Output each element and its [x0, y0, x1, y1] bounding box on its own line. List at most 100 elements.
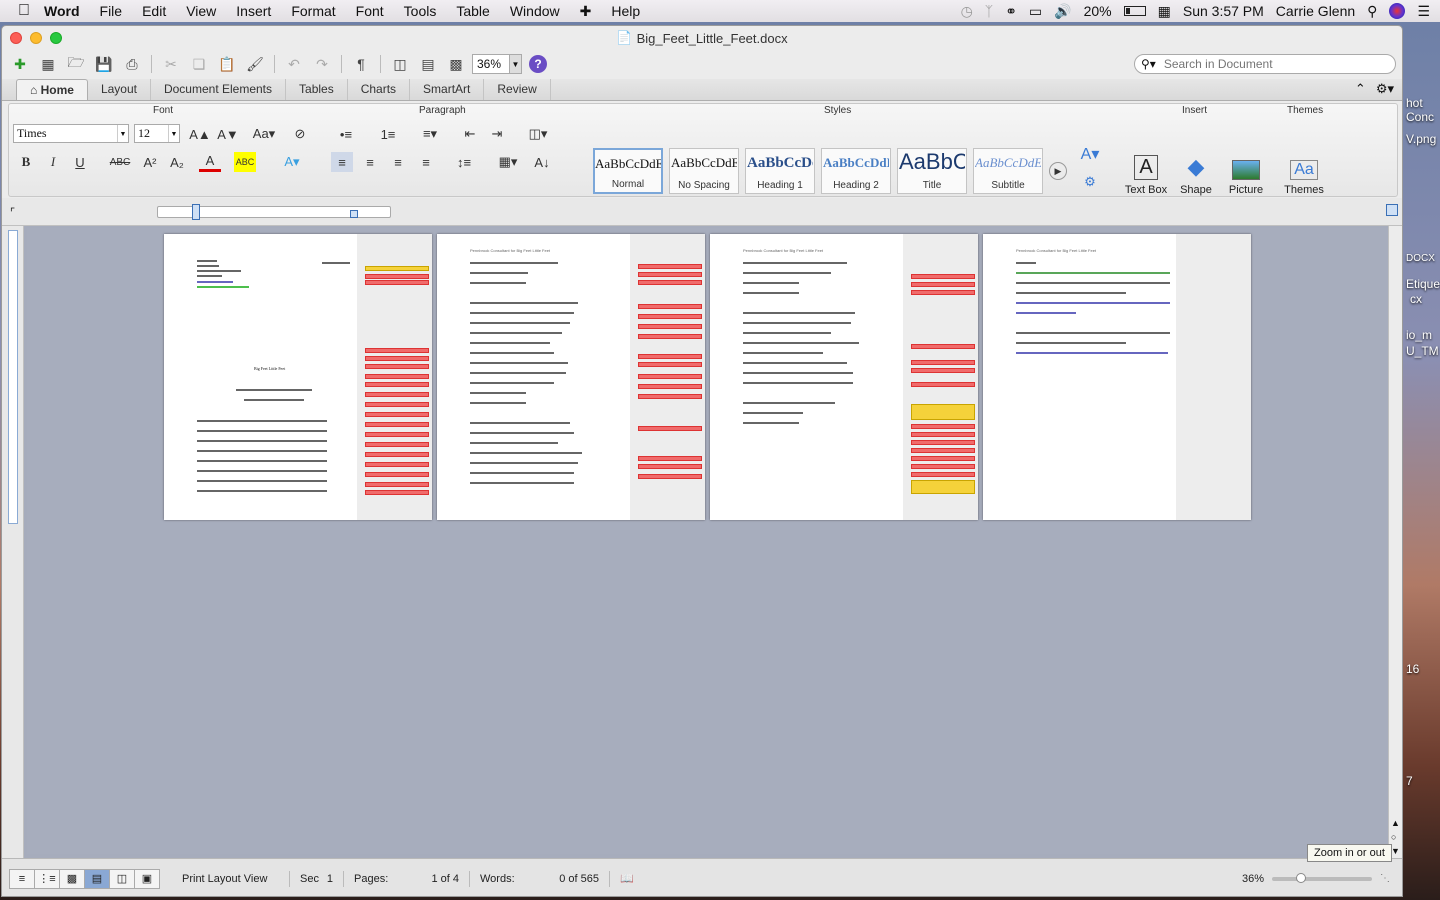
comment-balloon[interactable]	[365, 364, 429, 369]
comment-balloon[interactable]	[638, 394, 702, 399]
comment-balloon[interactable]	[911, 274, 975, 279]
comment-balloon[interactable]	[365, 422, 429, 427]
desktop-label[interactable]: 16	[1406, 662, 1419, 676]
borders-icon[interactable]: ▦▾	[493, 152, 523, 172]
comment-balloon[interactable]	[911, 404, 975, 420]
comment-balloon[interactable]	[638, 324, 702, 329]
comment-balloon[interactable]	[638, 272, 702, 277]
publishing-layout-button[interactable]: ▩	[59, 868, 85, 889]
comment-balloon[interactable]	[638, 374, 702, 379]
comment-balloon[interactable]	[365, 280, 429, 285]
open-icon[interactable]: 🗁	[64, 53, 88, 75]
columns-icon[interactable]: ◫▾	[521, 124, 555, 144]
underline-icon[interactable]: U	[69, 152, 91, 172]
spelling-status-icon[interactable]: 📖	[610, 871, 638, 887]
menu-edit[interactable]: Edit	[132, 3, 176, 19]
menu-tools[interactable]: Tools	[394, 3, 447, 19]
save-icon[interactable]: 💾	[92, 53, 116, 75]
print-layout-button[interactable]: ▤	[84, 868, 110, 889]
sidebar-icon[interactable]: ▤	[416, 53, 440, 75]
font-name-select[interactable]: Times ▼	[13, 124, 129, 143]
comment-balloon[interactable]	[365, 452, 429, 457]
page-1[interactable]: Big Feet Little Feet	[164, 234, 432, 520]
help-icon[interactable]: ?	[526, 53, 550, 75]
user-name[interactable]: Carrie Glenn	[1276, 3, 1355, 19]
spotlight-icon[interactable]: ⚲	[1367, 3, 1377, 20]
comment-balloon[interactable]	[365, 462, 429, 467]
superscript-icon[interactable]: A²	[139, 152, 161, 172]
comment-balloon[interactable]	[365, 402, 429, 407]
comment-balloon[interactable]	[365, 274, 429, 279]
comment-balloon[interactable]	[638, 456, 702, 461]
tab-smartart[interactable]: SmartArt	[410, 79, 485, 100]
redo-icon[interactable]: ↷	[310, 53, 334, 75]
desktop-label[interactable]: Etiquet	[1406, 277, 1440, 291]
menu-table[interactable]: Table	[446, 3, 499, 19]
calendar-icon[interactable]: ▦	[1158, 3, 1171, 20]
tab-layout[interactable]: Layout	[88, 79, 151, 100]
comment-balloon[interactable]	[365, 482, 429, 487]
comment-balloon[interactable]	[638, 464, 702, 469]
comment-balloon[interactable]	[638, 354, 702, 359]
comment-balloon[interactable]	[365, 490, 429, 495]
scroll-down-icon[interactable]: ▼	[1391, 846, 1400, 856]
tab-tables[interactable]: Tables	[286, 79, 348, 100]
align-left-icon[interactable]: ≡	[331, 152, 353, 172]
desktop-label[interactable]: DOCX	[1406, 253, 1435, 264]
comment-balloon[interactable]	[911, 456, 975, 461]
line-spacing-icon[interactable]: ↕≡	[449, 152, 479, 172]
manage-styles-icon[interactable]: ⚙	[1079, 172, 1101, 192]
comment-balloon[interactable]	[911, 440, 975, 445]
new-document-icon[interactable]: ✚	[8, 53, 32, 75]
comment-balloon[interactable]	[365, 432, 429, 437]
ruler-indent-marker[interactable]	[192, 204, 200, 220]
comment-balloon[interactable]	[365, 412, 429, 417]
notification-center-icon[interactable]: ☰	[1417, 3, 1430, 20]
comment-balloon[interactable]	[911, 282, 975, 287]
notebook-layout-button[interactable]: ◫	[109, 868, 135, 889]
templates-icon[interactable]: ▦	[36, 53, 60, 75]
desktop-label[interactable]: Conc	[1406, 110, 1434, 124]
apple-menu-icon[interactable]: 	[14, 0, 34, 22]
menu-view[interactable]: View	[176, 3, 226, 19]
comment-balloon[interactable]	[911, 432, 975, 437]
justify-icon[interactable]: ≡	[415, 152, 437, 172]
comment-balloon[interactable]	[638, 384, 702, 389]
font-size-select[interactable]: 12 ▼	[134, 124, 180, 143]
comment-balloon[interactable]	[911, 448, 975, 453]
page-3[interactable]: Pennbrook Consultant for Big Feet Little…	[710, 234, 978, 520]
more-styles-icon[interactable]: ▶	[1049, 162, 1067, 180]
airplay-icon[interactable]: ▭	[1029, 3, 1042, 20]
themes-button[interactable]: Aa Themes	[1279, 150, 1329, 196]
focus-view-button[interactable]: ▣	[134, 868, 160, 889]
ribbon-settings-icon[interactable]: ⚙▾	[1376, 81, 1394, 97]
align-right-icon[interactable]: ≡	[387, 152, 409, 172]
comment-balloon[interactable]	[911, 424, 975, 429]
comment-balloon[interactable]	[365, 382, 429, 387]
menu-insert[interactable]: Insert	[226, 3, 281, 19]
comment-balloon[interactable]	[638, 362, 702, 367]
grow-font-icon[interactable]: A▲	[189, 124, 211, 144]
search-input[interactable]	[1163, 57, 1374, 71]
comment-balloon[interactable]	[638, 304, 702, 309]
style-heading-1[interactable]: AaBbCcDc Heading 1	[745, 148, 815, 194]
minimize-button[interactable]	[30, 32, 42, 44]
page-2[interactable]: Pennbrook Consultant for Big Feet Little…	[437, 234, 705, 520]
comment-balloon[interactable]	[365, 442, 429, 447]
shrink-font-icon[interactable]: A▼	[217, 124, 239, 144]
word-count-indicator[interactable]: Words: 0 of 565	[470, 870, 610, 887]
comment-balloon[interactable]	[365, 392, 429, 397]
sync-icon[interactable]: ⚭	[1005, 3, 1017, 20]
zoom-button[interactable]	[50, 32, 62, 44]
clear-formatting-icon[interactable]: ⊘	[289, 124, 311, 144]
sort-icon[interactable]: A↓	[531, 152, 553, 172]
text-box-button[interactable]: A Text Box	[1121, 150, 1171, 196]
strikethrough-icon[interactable]: ABC	[109, 152, 131, 172]
comment-balloon[interactable]	[638, 314, 702, 319]
browse-object-icon[interactable]: ○	[1391, 832, 1396, 842]
zoom-slider-thumb[interactable]	[1296, 872, 1306, 883]
comment-balloon[interactable]	[911, 344, 975, 349]
decrease-indent-icon[interactable]: ⇤	[459, 124, 481, 144]
tab-charts[interactable]: Charts	[348, 79, 411, 100]
gallery-icon[interactable]: ▩	[444, 53, 468, 75]
